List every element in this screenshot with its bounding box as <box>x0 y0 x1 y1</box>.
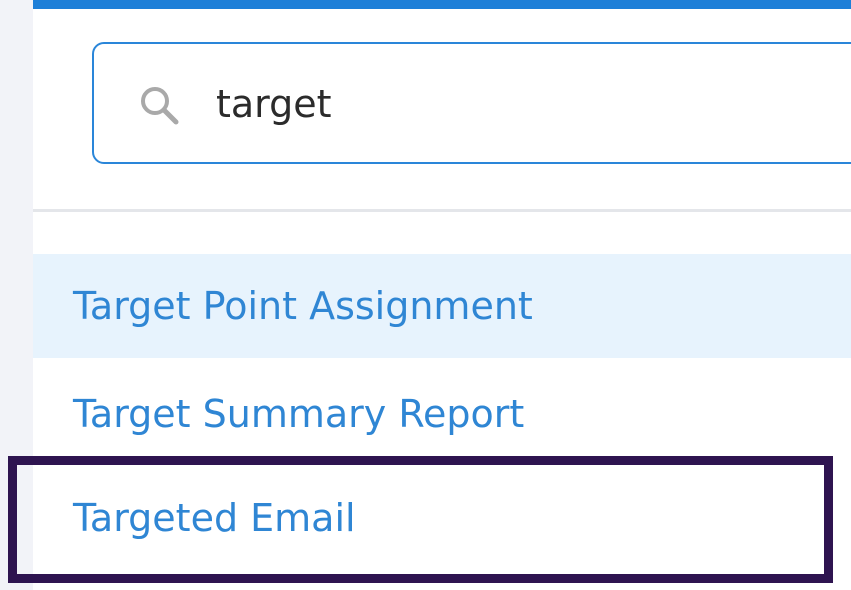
top-accent-bar <box>33 0 851 9</box>
result-item-label: Targeted Email <box>73 496 356 540</box>
search-box[interactable] <box>92 42 851 164</box>
result-item-label: Target Point Assignment <box>73 284 533 328</box>
result-item-target-point-assignment[interactable]: Target Point Assignment <box>33 254 851 358</box>
result-item-targeted-email[interactable]: Targeted Email <box>33 466 851 570</box>
result-item-label: Target Summary Report <box>73 392 525 436</box>
search-dropdown-panel: Target Point Assignment Target Summary R… <box>33 0 851 590</box>
search-input[interactable] <box>216 66 816 142</box>
result-item-target-summary-report[interactable]: Target Summary Report <box>33 362 851 466</box>
divider <box>33 209 851 212</box>
search-icon <box>138 84 180 126</box>
